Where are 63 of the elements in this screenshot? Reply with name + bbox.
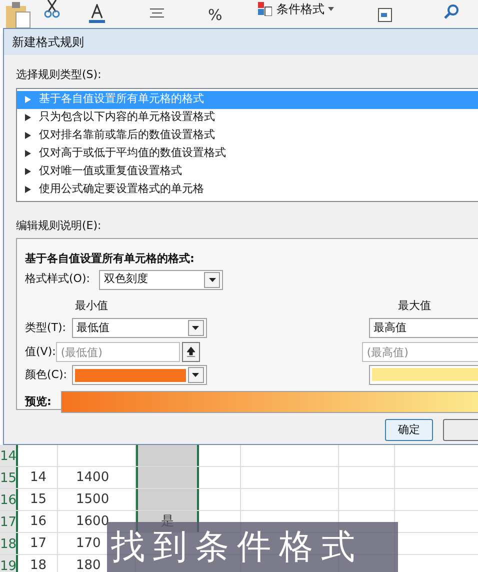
clipboard-icon[interactable] xyxy=(4,0,32,28)
caret-icon xyxy=(328,7,334,11)
row-number[interactable]: 17 xyxy=(0,511,18,532)
value-label: 值(V): xyxy=(25,344,56,360)
percent-button[interactable]: % xyxy=(208,4,222,26)
format-style-label: 格式样式(O): xyxy=(25,271,91,288)
triangle-icon xyxy=(25,150,31,157)
caret-icon xyxy=(192,373,200,377)
row-number[interactable]: 14 xyxy=(0,445,18,466)
type-label: 类型(T): xyxy=(25,320,68,336)
rule-type-item[interactable]: 仅对高于或低于平均值的数值设置格式 xyxy=(17,144,478,162)
rule-type-item[interactable]: 仅对唯一值或重复值设置格式 xyxy=(17,162,478,180)
triangle-icon xyxy=(25,168,31,175)
dropdown-button[interactable] xyxy=(188,320,204,336)
align-icon[interactable] xyxy=(150,8,164,20)
min-color-select[interactable] xyxy=(72,365,207,385)
selected-cell[interactable] xyxy=(136,467,199,488)
selected-cell[interactable] xyxy=(136,489,199,510)
rule-type-label: 选择规则类型(S): xyxy=(16,67,102,83)
row-number[interactable]: 15 xyxy=(0,467,18,488)
max-color-select[interactable] xyxy=(368,365,478,385)
max-header: 最大值 xyxy=(398,298,431,314)
range-picker-button[interactable] xyxy=(182,342,200,362)
dropdown-button[interactable] xyxy=(188,367,204,383)
min-value-field[interactable]: (最低值) xyxy=(56,342,180,362)
window-title: 新建格式规则 xyxy=(4,29,478,55)
search-icon[interactable] xyxy=(444,4,460,20)
cancel-button[interactable] xyxy=(442,419,478,441)
triangle-icon xyxy=(25,186,31,193)
rule-type-item[interactable]: 使用公式确定要设置格式的单元格 xyxy=(17,180,478,198)
max-type-select[interactable]: 最高值 xyxy=(368,318,478,338)
description-heading: 基于各自值设置所有单元格的格式: xyxy=(25,251,196,267)
format-style-select[interactable]: 双色刻度 xyxy=(99,270,223,290)
preview-label: 预览: xyxy=(25,394,52,410)
min-type-select[interactable]: 最低值 xyxy=(72,318,207,338)
table-cell: 17 xyxy=(18,533,58,554)
triangle-icon xyxy=(25,132,31,139)
subtitle: 找到条件格式 xyxy=(107,522,398,572)
edit-rule-label: 编辑规则说明(E): xyxy=(16,218,102,234)
triangle-icon xyxy=(25,96,31,103)
caret-icon xyxy=(208,278,216,282)
table-cell: 16 xyxy=(18,511,58,532)
calendar-icon[interactable] xyxy=(378,8,392,22)
ok-button[interactable]: 确定 xyxy=(385,419,432,441)
max-value-field[interactable]: (最高值) xyxy=(362,342,478,362)
row-number[interactable]: 18 xyxy=(0,533,18,554)
scissors-icon[interactable] xyxy=(44,0,60,18)
selected-cell[interactable] xyxy=(136,445,199,466)
table-cell: 18 xyxy=(18,555,58,572)
color-label: 颜色(C): xyxy=(25,366,68,383)
row-number[interactable]: 19 xyxy=(0,555,18,572)
row-number[interactable]: 16 xyxy=(0,489,18,510)
rule-type-item[interactable]: 仅对排名靠前或靠后的数值设置格式 xyxy=(17,126,478,144)
min-header: 最小值 xyxy=(75,298,108,314)
dropdown-button[interactable] xyxy=(204,272,220,288)
conditional-format-button[interactable]: 条件格式 xyxy=(258,0,334,18)
arrow-up-icon xyxy=(186,347,195,357)
rule-type-item[interactable]: 只为包含以下内容的单元格设置格式 xyxy=(17,108,478,126)
triangle-icon xyxy=(25,114,31,121)
font-color-icon[interactable] xyxy=(88,4,106,24)
caret-icon xyxy=(192,326,200,330)
table-cell: 15 xyxy=(18,489,58,510)
table-cell: 14 xyxy=(18,467,58,488)
